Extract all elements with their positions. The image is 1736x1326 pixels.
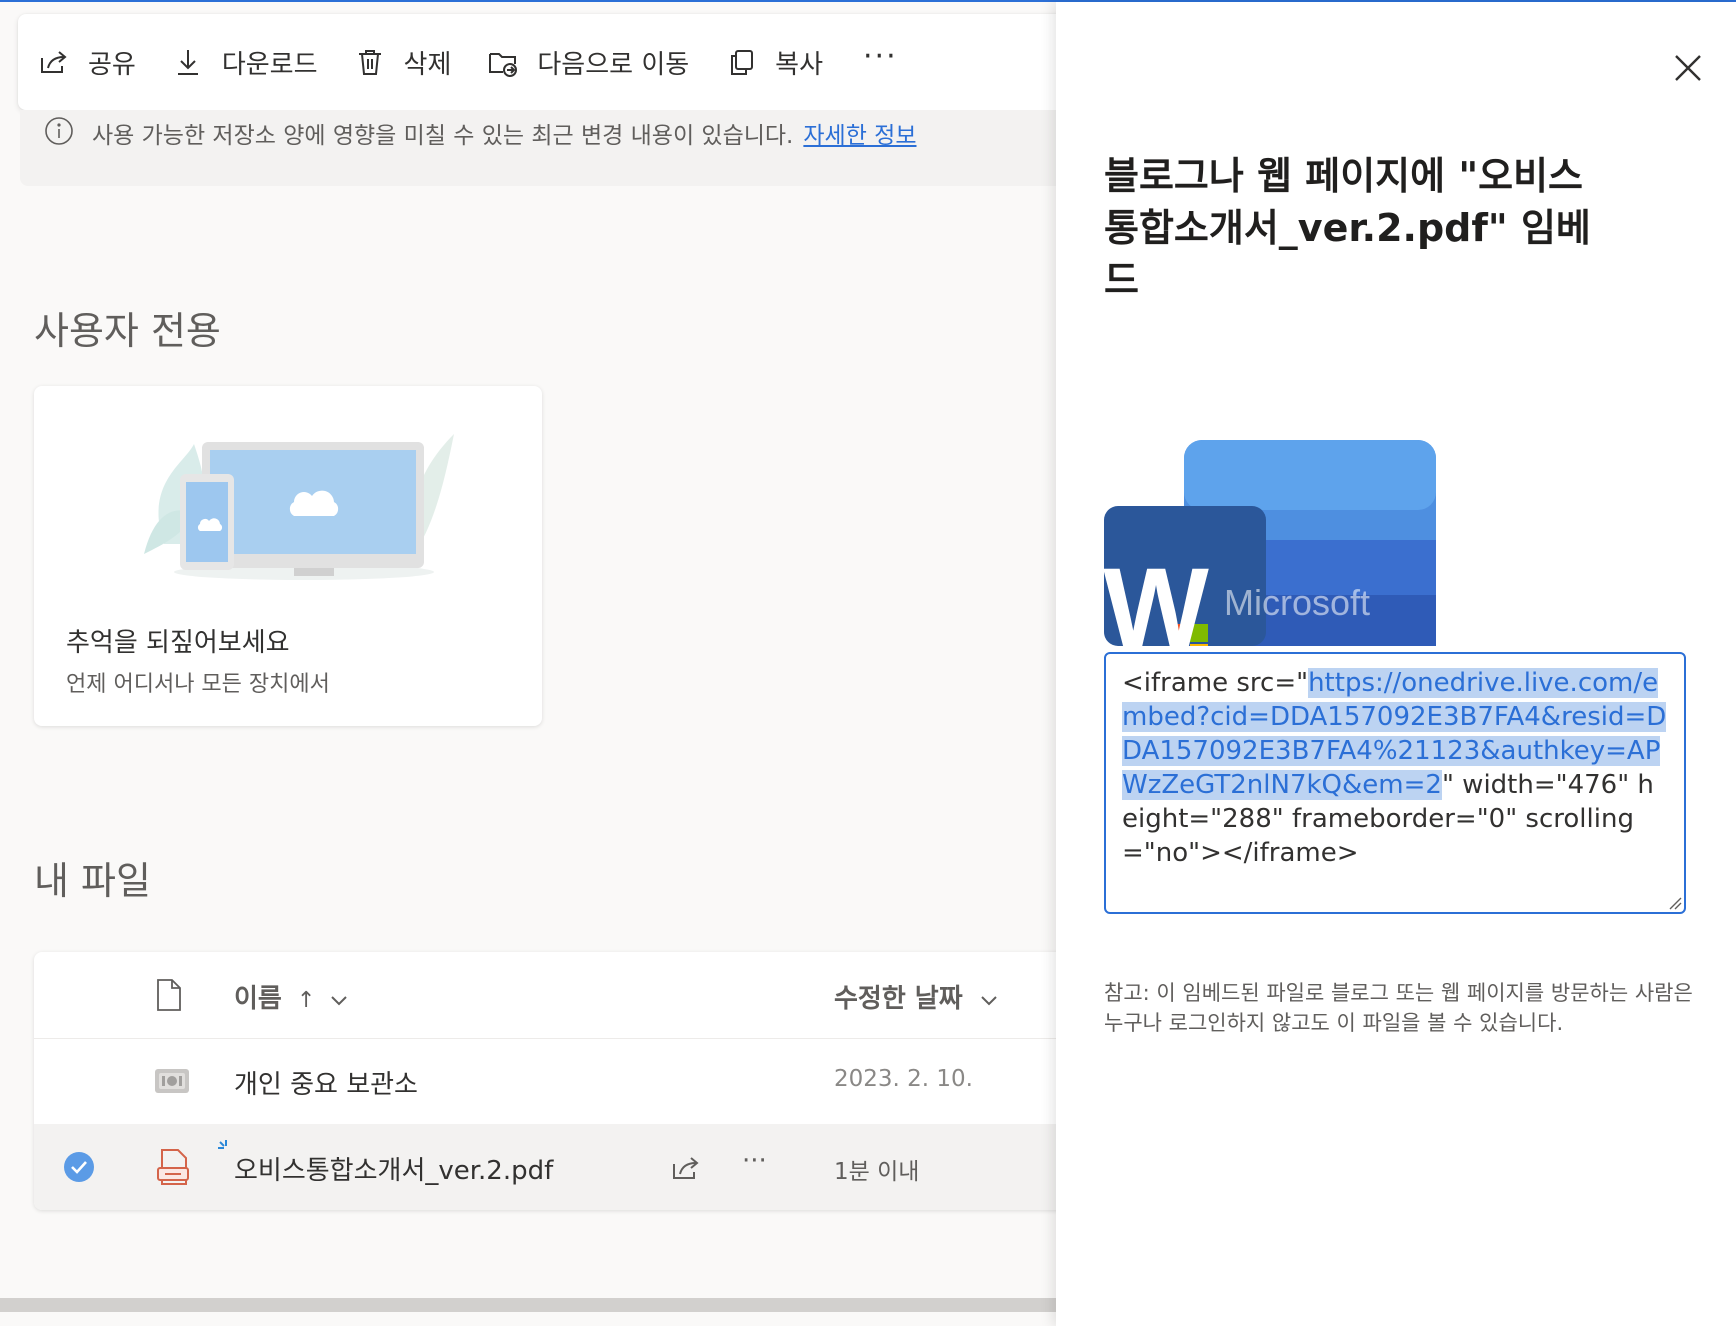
share-icon <box>41 51 67 73</box>
download-label: 다운로드 <box>221 49 318 80</box>
command-toolbar: 공유 다운로드 삭제 다음으로 이동 복사 ··· <box>18 14 1088 110</box>
learn-more-link[interactable]: 자세한 정보 <box>803 123 916 149</box>
row-more-options-button[interactable]: ··· <box>742 1146 767 1176</box>
move-to-label: 다음으로 이동 <box>537 49 690 80</box>
move-to-button[interactable]: 다음으로 이동 <box>469 32 707 92</box>
share-button[interactable]: 공유 <box>18 32 154 92</box>
more-options-button[interactable]: ··· <box>841 26 920 98</box>
word-preview-graphic: W Microsoft <box>1104 440 1436 646</box>
word-letter: W <box>1104 545 1209 646</box>
embed-code-prefix: <iframe src=" <box>1122 668 1309 698</box>
file-preview-thumbnail: W Microsoft <box>1104 440 1436 646</box>
file-row-vault[interactable]: 개인 중요 보관소 2023. 2. 10. <box>34 1038 1088 1125</box>
memories-card-title: 추억을 되짚어보세요 <box>66 628 290 658</box>
pdf-file-icon <box>157 1149 189 1185</box>
copy-label: 복사 <box>775 49 824 80</box>
memories-card-subtitle: 언제 어디서나 모든 장치에서 <box>66 672 330 697</box>
new-sparkle-icon <box>218 1140 227 1149</box>
selected-checkmark-icon[interactable] <box>62 1150 96 1184</box>
download-icon <box>177 50 198 75</box>
share-icon[interactable] <box>670 1152 702 1182</box>
share-label: 공유 <box>88 49 136 80</box>
banner-text-wrap: 사용 가능한 저장소 양에 영향을 미칠 수 있는 최근 변경 내용이 있습니다… <box>92 116 917 150</box>
for-you-heading: 사용자 전용 <box>34 309 221 353</box>
name-column-header[interactable]: 이름 ↑ <box>234 978 348 1015</box>
banner-text: 사용 가능한 저장소 양에 영향을 미칠 수 있는 최근 변경 내용이 있습니다… <box>92 123 794 149</box>
trash-icon <box>358 50 381 75</box>
personal-vault-icon <box>155 1069 189 1093</box>
storage-info-banner: 사용 가능한 저장소 양에 영향을 미칠 수 있는 최근 변경 내용이 있습니다… <box>20 110 1088 186</box>
resize-grip-icon[interactable] <box>1666 894 1682 910</box>
embed-note: 참고: 이 임베드된 파일로 블로그 또는 웹 페이지를 방문하는 사람은 누구… <box>1104 981 1693 1035</box>
chevron-down-icon <box>981 996 997 1006</box>
modified-column-header[interactable]: 수정한 날짜 <box>834 978 998 1015</box>
file-list-header: 이름 ↑ 수정한 날짜 <box>34 952 1088 1039</box>
folder-move-icon <box>489 53 518 77</box>
file-type-icon <box>157 979 181 1011</box>
file-modified-date: 1분 이내 <box>834 1159 920 1185</box>
file-list: 이름 ↑ 수정한 날짜 개인 중요 보관소 2023. 2. 10. 오비스통합… <box>34 952 1088 1210</box>
copy-icon <box>731 50 754 75</box>
file-modified-date: 2023. 2. 10. <box>834 1066 973 1092</box>
microsoft-wordmark: Microsoft <box>1224 582 1370 623</box>
delete-label: 삭제 <box>403 49 452 80</box>
info-icon <box>45 117 73 145</box>
delete-button[interactable]: 삭제 <box>336 32 470 92</box>
download-button[interactable]: 다운로드 <box>154 32 336 92</box>
close-icon[interactable] <box>1668 48 1708 88</box>
embed-panel-title: 블로그나 웹 페이지에 "오비스통합소개서_ver.2.pdf" 임베드 <box>1104 154 1591 302</box>
embed-panel: 블로그나 웹 페이지에 "오비스통합소개서_ver.2.pdf" 임베드 W M… <box>1056 2 1736 1326</box>
file-name[interactable]: 개인 중요 보관소 <box>234 1064 418 1101</box>
file-name[interactable]: 오비스통합소개서_ver.2.pdf <box>234 1150 553 1187</box>
name-column-label: 이름 <box>234 984 282 1014</box>
my-files-heading: 내 파일 <box>34 859 151 903</box>
devices-illustration <box>144 434 454 580</box>
chevron-down-icon <box>331 996 348 1006</box>
copy-button[interactable]: 복사 <box>707 32 841 92</box>
memories-card[interactable]: 추억을 되짚어보세요 언제 어디서나 모든 장치에서 <box>34 386 542 726</box>
modified-column-label: 수정한 날짜 <box>834 984 963 1014</box>
sort-ascending-icon: ↑ <box>296 988 316 1013</box>
horizontal-scrollbar[interactable] <box>0 1298 1056 1312</box>
file-row-pdf[interactable]: 오비스통합소개서_ver.2.pdf ··· 1분 이내 <box>34 1124 1088 1210</box>
embed-code-textarea[interactable]: <iframe src="https://onedrive.live.com/e… <box>1104 652 1686 914</box>
